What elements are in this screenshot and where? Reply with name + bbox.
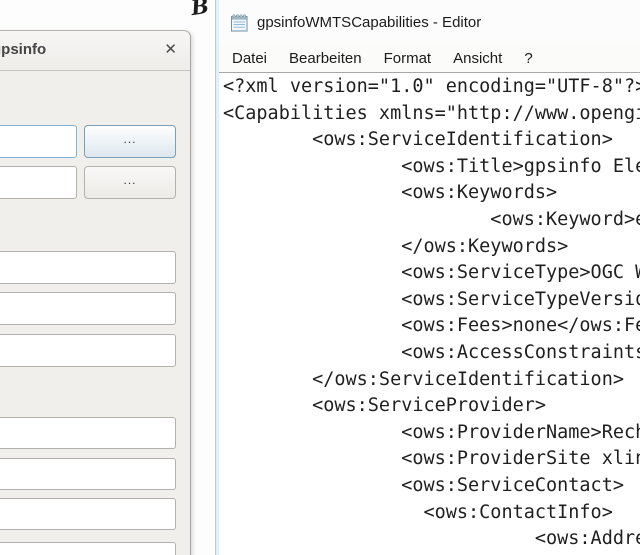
code-line: <ows:ServiceProvider> <box>223 393 640 420</box>
editor-window-title: gpsinfoWMTSCapabilities - Editor <box>257 14 481 31</box>
dialog-titlebar[interactable]: gpsinfo ✕ <box>0 31 190 71</box>
editor-menubar: DateiBearbeitenFormatAnsicht? <box>219 44 640 73</box>
code-line: <ows:Title>gpsinfo Elevation Service</ow… <box>223 154 640 181</box>
browse-button-1[interactable]: ... <box>84 125 176 158</box>
code-line: <ows:ServiceType>OGC WMTS</ows:ServiceTy… <box>223 260 640 287</box>
dialog-input-2[interactable] <box>0 166 77 199</box>
dialog-field-7[interactable] <box>0 458 176 490</box>
code-line: <ows:Address> <box>223 526 640 553</box>
code-line: <Capabilities xmlns="http://www.opengis.… <box>223 101 640 128</box>
editor-window: gpsinfoWMTSCapabilities - Editor DateiBe… <box>215 0 640 555</box>
editor-window-border <box>216 0 219 555</box>
menu-item-datei[interactable]: Datei <box>221 50 278 67</box>
dialog-field-6[interactable] <box>0 417 176 449</box>
browse-button-2[interactable]: ... <box>84 166 176 199</box>
menu-item-bearbeiten[interactable]: Bearbeiten <box>278 50 373 67</box>
code-line: <ows:AccessConstraints>none</ows:AccessC… <box>223 340 640 367</box>
code-line: <ows:ServiceContact> <box>223 473 640 500</box>
code-line: </ows:ServiceIdentification> <box>223 367 640 394</box>
code-line: <ows:Fees>none</ows:Fees> <box>223 313 640 340</box>
code-line: <ows:ContactInfo> <box>223 500 640 527</box>
code-line: <ows:Keywords> <box>223 180 640 207</box>
code-line: <ows:ProviderSite xlink:href="https://ww… <box>223 446 640 473</box>
dialog-field-5[interactable] <box>0 334 176 367</box>
code-line: <ows:ProviderName>Rechenraum e.U.</ows:P… <box>223 420 640 447</box>
code-line: </ows:Keywords> <box>223 234 640 261</box>
gpsinfo-dialog-window: gpsinfo ✕ ... ... <box>0 30 191 555</box>
notepad-icon <box>230 13 249 32</box>
dialog-field-3[interactable] <box>0 251 176 284</box>
menu-item-ansicht[interactable]: Ansicht <box>442 50 513 67</box>
editor-titlebar[interactable]: gpsinfoWMTSCapabilities - Editor <box>219 0 640 44</box>
code-line: <ows:ServiceTypeVersion>1.0.0</ows:Servi… <box>223 287 640 314</box>
dialog-field-9[interactable] <box>0 542 176 555</box>
dialog-field-4[interactable] <box>0 292 176 325</box>
menu-item-format[interactable]: Format <box>373 50 443 67</box>
dialog-title: gpsinfo <box>0 41 46 58</box>
background-handwriting: B <box>189 0 210 20</box>
screenshot-root: B gpsinfo ✕ ... ... <box>0 0 640 555</box>
close-icon[interactable]: ✕ <box>164 40 177 58</box>
dialog-field-8[interactable] <box>0 498 176 530</box>
code-line: <ows:Keyword>elevation</ows:Keyword> <box>223 207 640 234</box>
code-line: <ows:ServiceIdentification> <box>223 127 640 154</box>
editor-text-area[interactable]: <?xml version="1.0" encoding="UTF-8"?><C… <box>220 74 640 555</box>
menu-item-item4[interactable]: ? <box>513 50 543 67</box>
code-line: <?xml version="1.0" encoding="UTF-8"?> <box>223 74 640 101</box>
dialog-input-1[interactable] <box>0 125 77 158</box>
